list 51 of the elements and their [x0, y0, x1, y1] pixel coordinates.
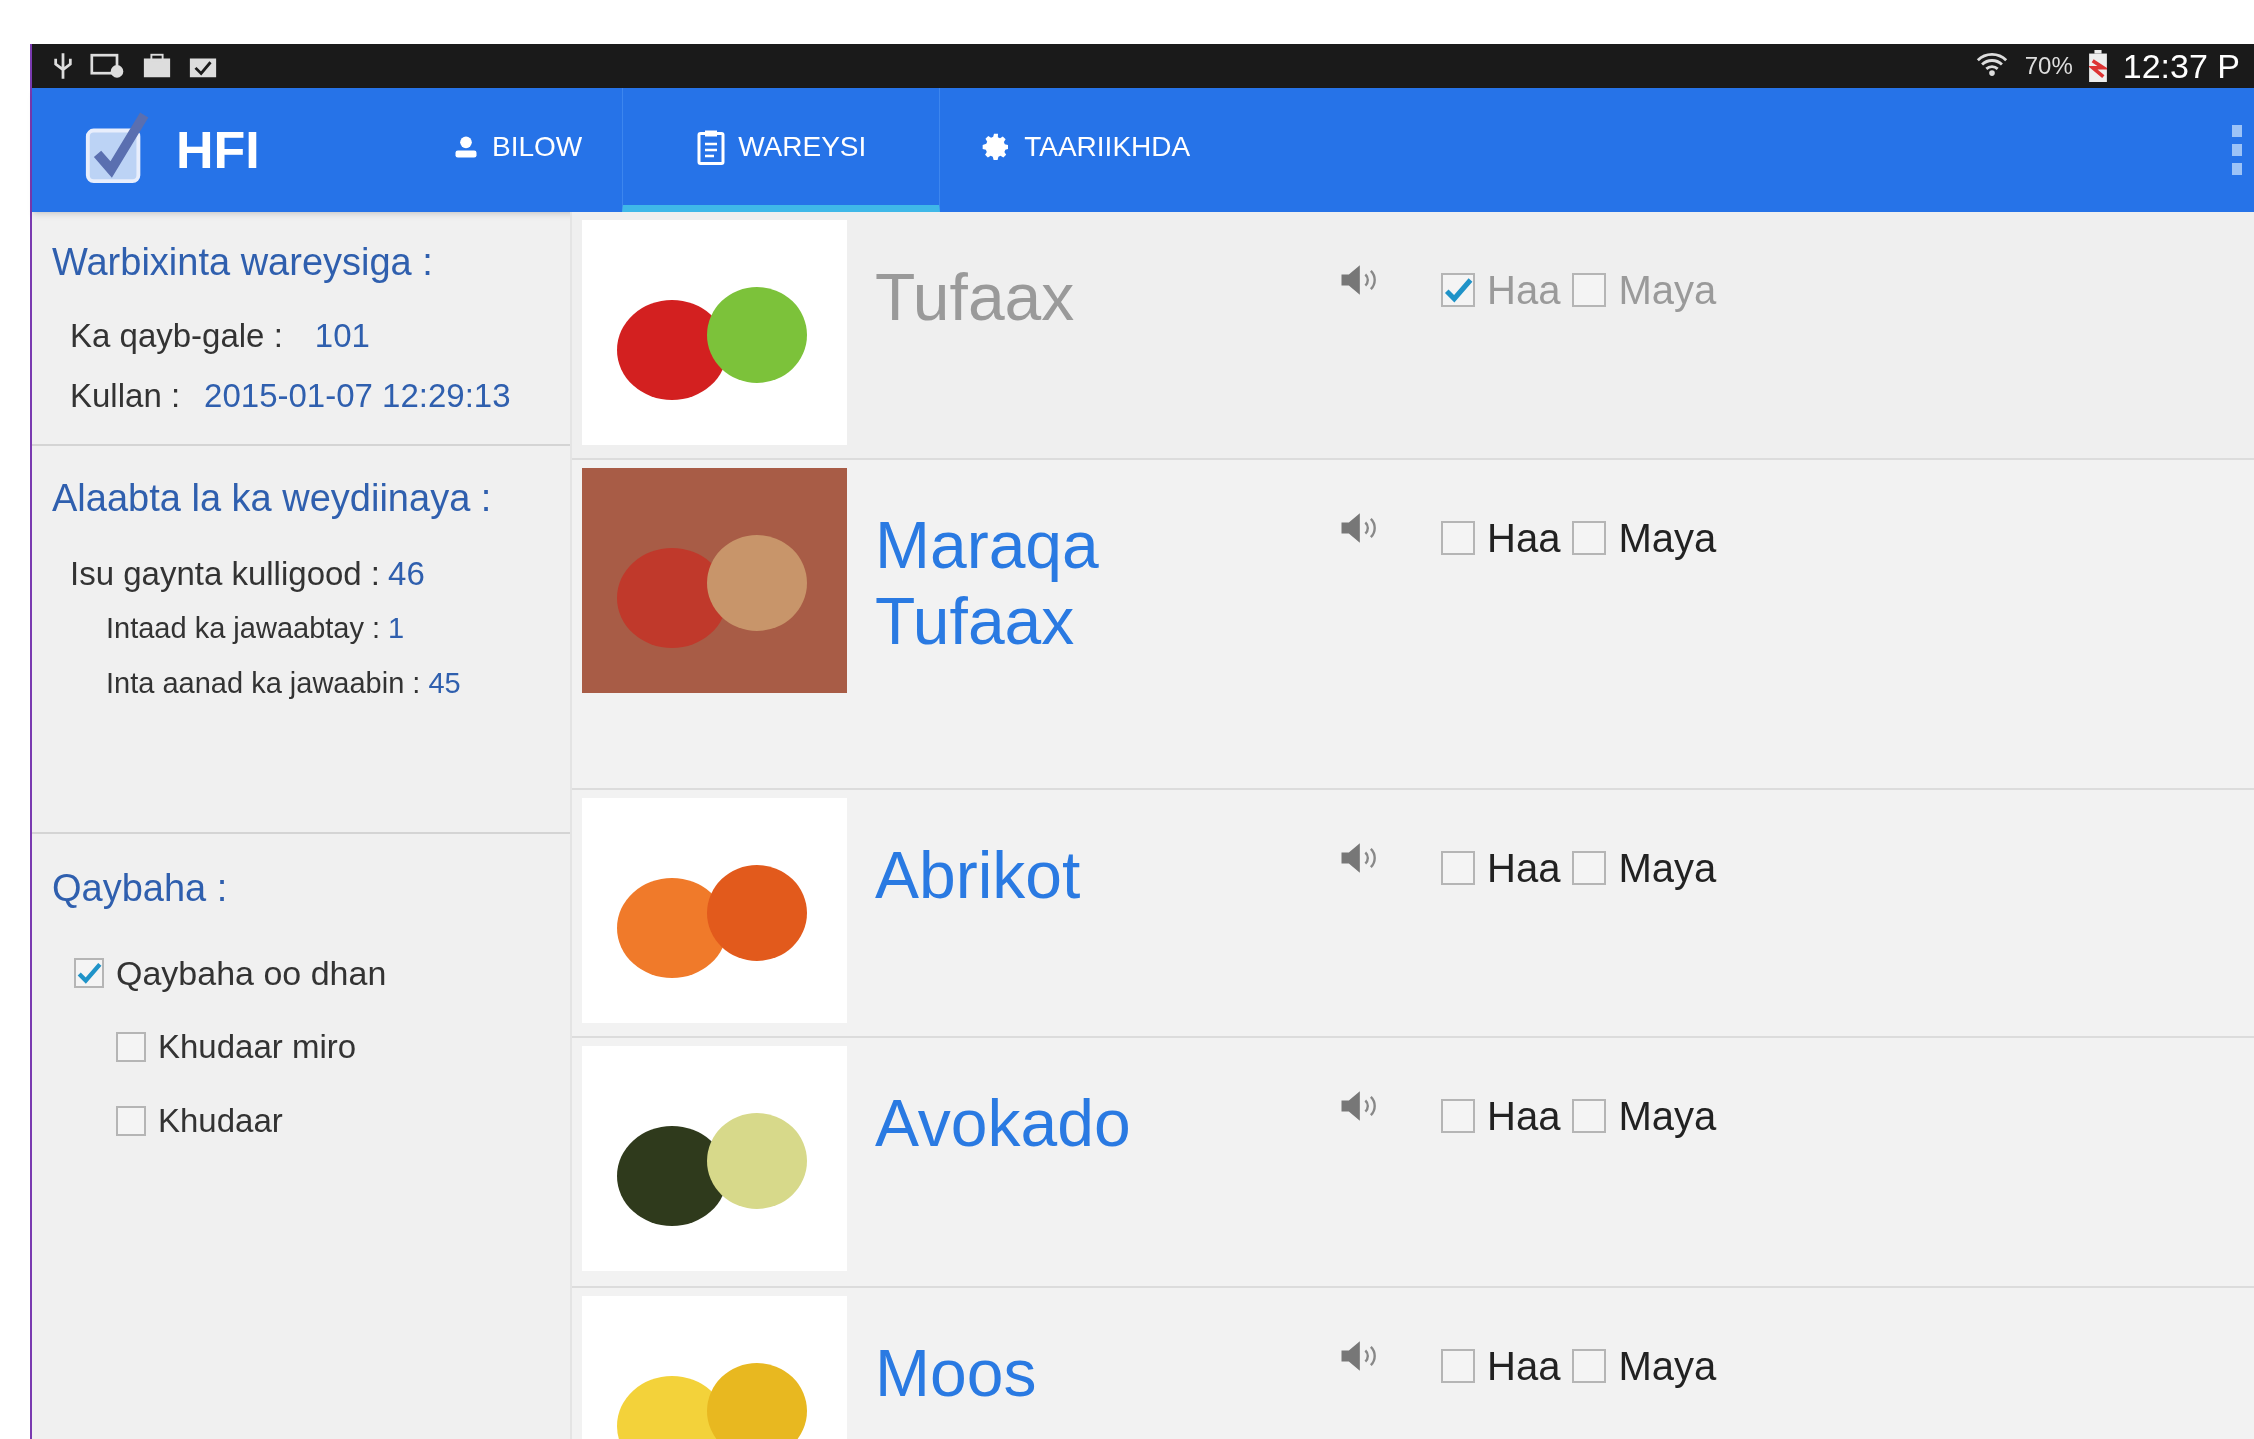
checkbox[interactable] [1441, 521, 1475, 555]
category-label[interactable]: Khudaar [158, 1096, 283, 1146]
field-label: Isu gaynta kulligood : [70, 554, 381, 594]
checkbox[interactable] [1572, 273, 1607, 307]
battery-icon [2088, 50, 2107, 82]
answer-label[interactable]: Haa [1487, 1336, 1561, 1396]
checkbox[interactable] [1441, 851, 1475, 885]
food-name: Abrikot [874, 837, 1082, 914]
food-name: Moos [874, 1335, 1038, 1412]
battery-percent: 70% [2024, 51, 2073, 81]
answer-label[interactable]: Haa [1487, 838, 1561, 898]
field-value: 46 [388, 554, 425, 594]
checkbox[interactable] [1572, 521, 1607, 555]
answer-label[interactable]: Haa [1487, 1086, 1561, 1146]
usb-icon [52, 51, 74, 81]
checkbox[interactable] [116, 1032, 146, 1062]
field-value: 101 [314, 316, 370, 356]
checkbox[interactable] [1441, 1099, 1475, 1133]
checkbox[interactable] [74, 958, 104, 988]
field-value: 45 [428, 666, 461, 701]
food-name: Maraqa Tufaax [874, 507, 1100, 660]
clipboard-icon [696, 128, 727, 165]
field-label: Inta aanad ka jawaabin : [106, 666, 421, 701]
section-heading: Alaabta la ka weydiinaya : [52, 476, 493, 521]
nav-tab[interactable]: BILOW [412, 88, 623, 212]
nav-tab[interactable]: TAARIIKHDA [940, 88, 1231, 212]
checkbox[interactable] [116, 1106, 146, 1136]
checkbox[interactable] [1572, 1099, 1607, 1133]
food-name: Tufaax [874, 259, 1076, 336]
answer-label[interactable]: Maya [1618, 838, 1717, 898]
app-title: HFI [176, 120, 260, 181]
answer-label[interactable]: Maya [1618, 1336, 1717, 1396]
field-label: Kullan : [70, 375, 181, 416]
answer-label[interactable]: Haa [1487, 508, 1561, 568]
field-label: Intaad ka jawaabtay : [106, 610, 381, 646]
field-label: Ka qayb-gale : [70, 316, 283, 356]
field-value: 2015-01-07 12:29:13 [204, 375, 511, 416]
field-value: 1 [388, 610, 405, 646]
checkbox[interactable] [1572, 1349, 1607, 1383]
section-heading: Warbixinta wareysiga : [52, 240, 434, 285]
answer-label[interactable]: Maya [1618, 1086, 1717, 1146]
food-name: Avokado [874, 1085, 1132, 1162]
clock: 12:37 P [2122, 49, 2240, 83]
checkbox[interactable] [1441, 1349, 1475, 1383]
category-label[interactable]: Khudaar miro [158, 1022, 357, 1072]
section-heading: Qaybaha : [52, 866, 229, 911]
checkbox[interactable] [1441, 273, 1475, 307]
briefcase-icon [142, 52, 172, 80]
category-label[interactable]: Qaybaha oo dhan [116, 947, 387, 999]
checkbox[interactable] [1572, 851, 1607, 885]
answer-label[interactable]: Maya [1618, 508, 1717, 568]
